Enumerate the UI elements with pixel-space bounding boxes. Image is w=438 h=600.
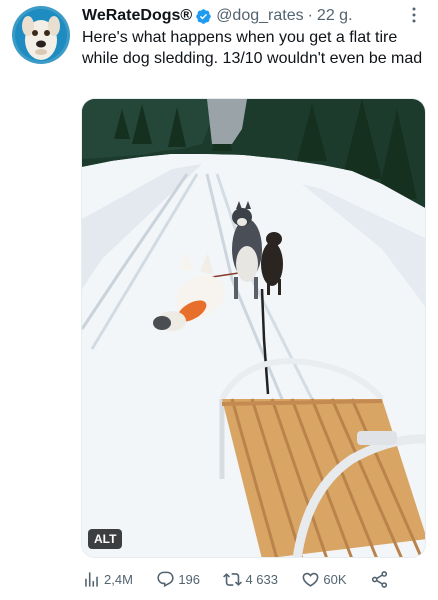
handle[interactable]: @dog_rates <box>216 7 303 25</box>
tweet-media[interactable] <box>81 98 426 558</box>
more-icon <box>412 7 416 23</box>
timestamp[interactable]: 22 g. <box>317 7 353 25</box>
avatar-image <box>12 6 70 64</box>
like-button[interactable]: 60K <box>301 570 347 589</box>
separator: · <box>307 7 313 24</box>
like-count: 60K <box>323 571 347 587</box>
retweet-icon <box>223 572 243 586</box>
retweet-count: 4 633 <box>245 571 278 587</box>
verified-badge-icon <box>196 8 211 24</box>
tweet-text: Here's what happens when you get a flat … <box>82 29 423 67</box>
share-icon <box>371 570 388 588</box>
views-count: 2,4M <box>104 571 133 587</box>
reply-icon <box>157 571 174 587</box>
like-icon <box>303 572 319 587</box>
reply-count: 196 <box>178 571 201 587</box>
media-image <box>82 99 425 557</box>
tweet-header: WeRateDogs® @dog_rates · 22 g. <box>82 5 424 27</box>
more-button[interactable] <box>404 5 424 25</box>
retweet-button[interactable]: 4 633 <box>223 570 278 589</box>
display-name[interactable]: WeRateDogs® <box>82 7 192 25</box>
tweet-actions: 2,4M 196 4 633 60K <box>82 566 392 592</box>
reply-button[interactable]: 196 <box>156 570 200 589</box>
avatar[interactable] <box>12 6 70 64</box>
views-button[interactable]: 2,4M <box>82 570 133 589</box>
alt-badge[interactable]: ALT <box>88 529 123 549</box>
share-button[interactable] <box>370 570 392 589</box>
views-icon <box>85 571 98 587</box>
